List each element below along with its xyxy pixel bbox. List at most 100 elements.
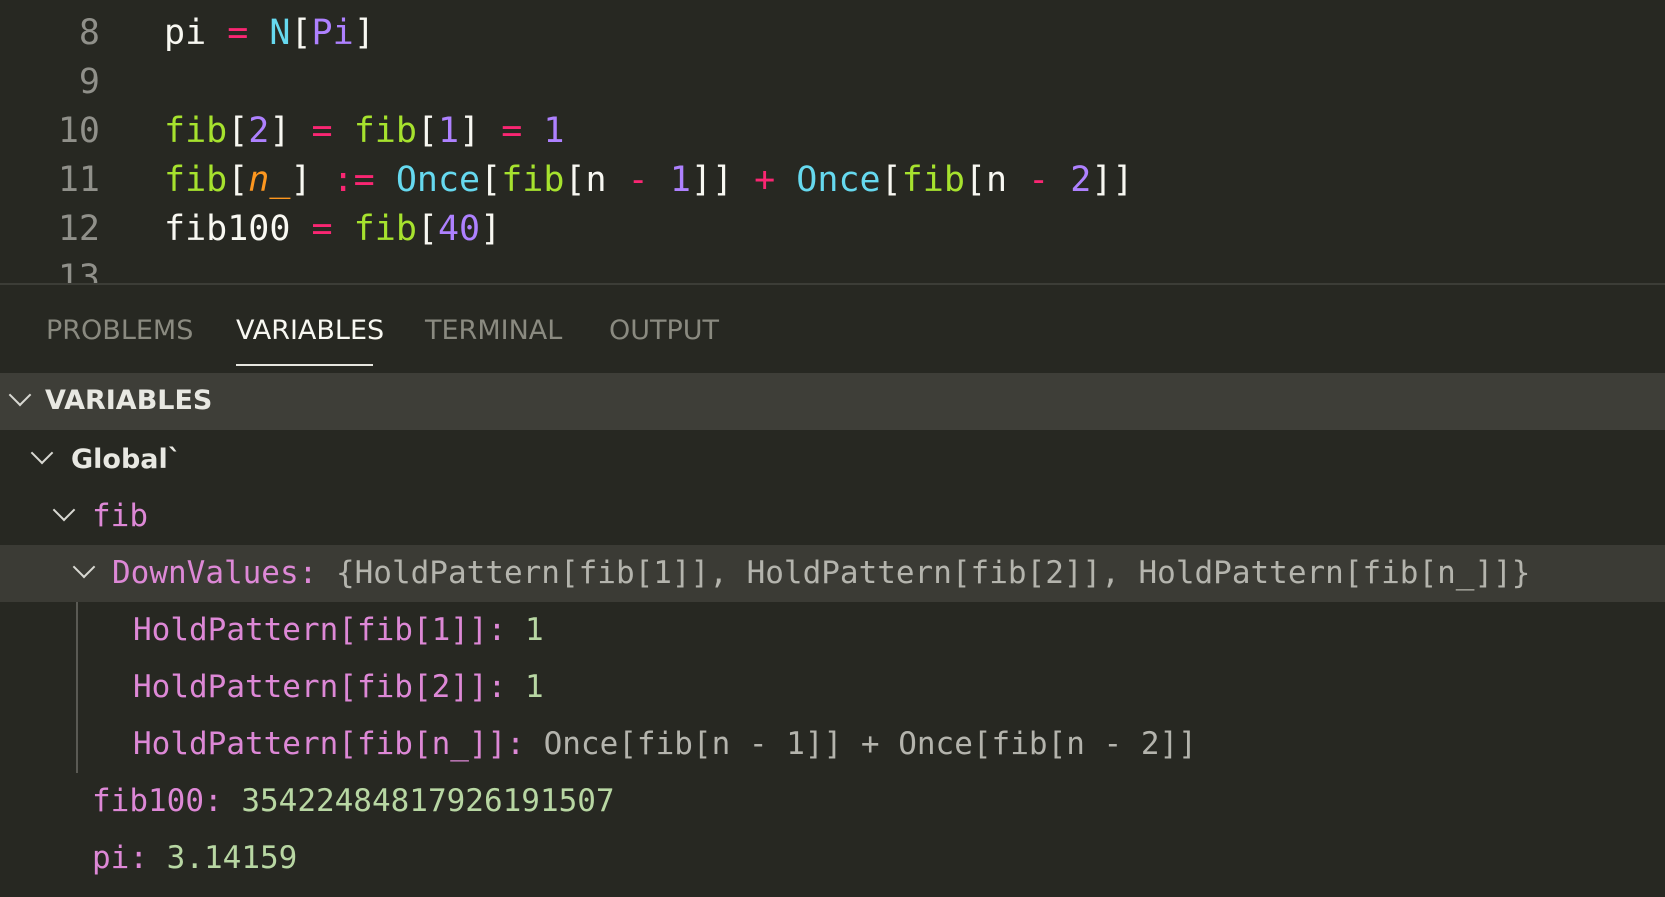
code-token: n <box>985 160 1008 200</box>
holdpattern-key: HoldPattern[fib[n_]]: <box>133 726 525 762</box>
code-token: = <box>501 111 523 151</box>
code-editor[interactable]: 8 pi = N[Pi] 9 10 fib[2] = fib[1] = 1 11 fib[n… <box>0 0 1665 285</box>
tree-row-global-scope[interactable]: Global` <box>0 431 1665 488</box>
code-token: [ <box>880 160 902 200</box>
code-line[interactable]: 12 fib100 = fib[40] <box>0 205 1665 254</box>
line-source: fib100 = fib[40] <box>164 205 501 254</box>
code-token: fib <box>353 209 417 249</box>
downvalues-entry: DownValues: {HoldPattern[fib[1]], HoldPa… <box>112 545 1530 602</box>
bottom-panel: PROBLEMS VARIABLES TERMINAL OUTPUT VARIA… <box>0 285 1665 897</box>
code-token: 1 <box>543 111 565 151</box>
variables-section-header[interactable]: VARIABLES <box>0 373 1665 430</box>
code-token: ]] <box>690 160 734 200</box>
variable-key: pi: <box>92 840 148 876</box>
line-source: fib[2] = fib[1] = 1 <box>164 107 564 156</box>
line-source: pi = N[Pi] <box>164 9 375 58</box>
variable-value: 35422484817926191507 <box>241 783 615 819</box>
code-token: n <box>585 160 607 200</box>
code-token: 2 <box>1070 160 1092 200</box>
code-token: 1 <box>437 111 460 151</box>
line-number: 8 <box>78 13 100 53</box>
holdpattern-entry: HoldPattern[fib[n_]]: Once[fib[n - 1]] +… <box>133 716 1197 773</box>
holdpattern-entry: HoldPattern[fib[2]]: 1 <box>133 659 544 716</box>
variable-name: fib <box>92 498 148 534</box>
code-token: 2 <box>248 111 270 151</box>
holdpattern-value: 1 <box>524 669 544 705</box>
code-token: ] <box>353 13 375 53</box>
code-token: fib <box>901 160 965 200</box>
chevron-down-icon[interactable] <box>8 383 32 407</box>
code-token: 40 <box>437 209 481 249</box>
panel-tabs: PROBLEMS VARIABLES TERMINAL OUTPUT <box>0 285 1665 373</box>
code-token: Once <box>796 160 881 200</box>
tree-row-holdpattern-n[interactable]: HoldPattern[fib[n_]]: Once[fib[n - 1]] +… <box>0 716 1665 773</box>
line-number: 9 <box>78 62 100 102</box>
code-token: [ <box>290 13 312 53</box>
code-token: = <box>227 13 249 53</box>
holdpattern-key: HoldPattern[fib[2]]: <box>133 669 507 705</box>
code-token: [ <box>564 160 586 200</box>
code-token: ] <box>480 209 502 249</box>
holdpattern-key: HoldPattern[fib[1]]: <box>133 612 507 648</box>
code-token: N <box>269 13 291 53</box>
code-token: fib <box>164 160 228 200</box>
tree-row-fib100[interactable]: fib100: 35422484817926191507 <box>0 773 1665 830</box>
active-tab-indicator <box>236 364 373 366</box>
code-token: Once <box>395 160 481 200</box>
variable-entry: pi: 3.14159 <box>92 830 297 887</box>
code-token: [ <box>227 111 249 151</box>
tree-row-holdpattern-1[interactable]: HoldPattern[fib[1]]: 1 <box>0 602 1665 659</box>
code-token: [ <box>964 160 986 200</box>
code-token: [ <box>416 111 438 151</box>
chevron-down-icon[interactable] <box>30 441 54 465</box>
code-token: = <box>311 209 333 249</box>
holdpattern-value: Once[fib[n - 1]] + Once[fib[n - 2]] <box>543 726 1197 762</box>
code-token: - <box>627 160 649 200</box>
code-token: fib <box>353 111 417 151</box>
code-token: fib100 <box>164 209 291 249</box>
tree-row-pi[interactable]: pi: 3.14159 <box>0 830 1665 887</box>
downvalues-key: DownValues: <box>112 555 318 591</box>
code-line[interactable]: 11 fib[n_] := Once[fib[n - 1]] + Once[fib… <box>0 156 1665 205</box>
code-token: [ <box>227 160 249 200</box>
line-number: 11 <box>57 160 100 200</box>
tab-problems[interactable]: PROBLEMS <box>46 313 193 349</box>
code-token: Pi <box>311 13 354 53</box>
tab-output[interactable]: OUTPUT <box>609 313 719 349</box>
code-line[interactable]: 8 pi = N[Pi] <box>0 9 1665 58</box>
line-source: fib[n_] := Once[fib[n - 1]] + Once[fib[n… <box>164 156 1134 205</box>
tree-row-holdpattern-2[interactable]: HoldPattern[fib[2]]: 1 <box>0 659 1665 716</box>
chevron-down-icon[interactable] <box>72 555 96 579</box>
code-token: n_ <box>248 160 291 200</box>
code-token: ] <box>269 111 291 151</box>
code-token: ] <box>459 111 481 151</box>
tab-terminal[interactable]: TERMINAL <box>425 313 562 349</box>
line-number: 13 <box>57 258 100 285</box>
tree-row-downvalues[interactable]: DownValues: {HoldPattern[fib[1]], HoldPa… <box>0 545 1665 602</box>
line-number: 10 <box>57 111 100 151</box>
code-token: := <box>332 160 375 200</box>
scope-label: Global` <box>71 444 182 475</box>
tab-variables[interactable]: VARIABLES <box>236 313 384 349</box>
code-token: ] <box>290 160 312 200</box>
line-number: 12 <box>57 209 100 249</box>
chevron-down-icon[interactable] <box>52 498 76 522</box>
code-line[interactable]: 13 <box>0 254 1665 285</box>
code-token: + <box>754 160 776 200</box>
code-token: = <box>311 111 333 151</box>
code-line[interactable]: 9 <box>0 58 1665 107</box>
code-line[interactable]: 10 fib[2] = fib[1] = 1 <box>0 107 1665 156</box>
tree-row-fib[interactable]: fib <box>0 488 1665 545</box>
code-token: ]] <box>1091 160 1134 200</box>
